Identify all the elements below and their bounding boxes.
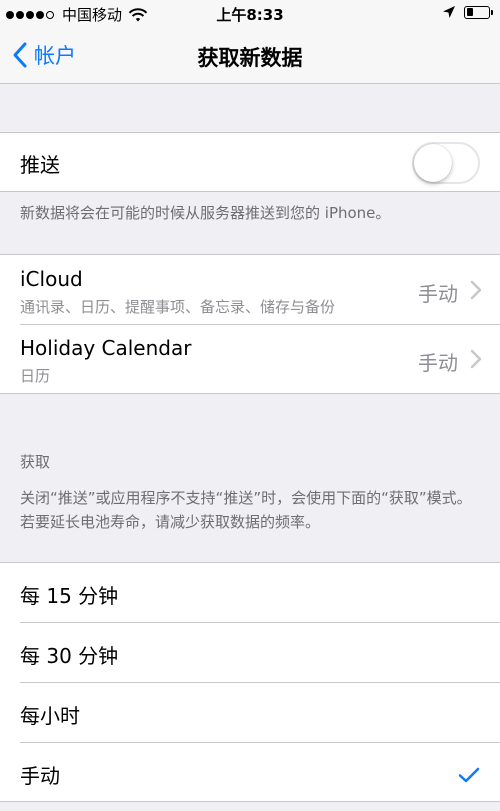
status-bar: 中国移动 上午8:33 <box>0 0 500 28</box>
account-fetch-value: 手动 <box>418 351 458 375</box>
fetch-description: 关闭“推送”或应用程序不支持“推送”时，会使用下面的“获取”模式。若要延长电池寿… <box>20 489 472 531</box>
chevron-right-icon <box>470 280 482 300</box>
account-name: iCloud <box>20 267 83 291</box>
push-group: 推送 <box>0 132 500 192</box>
fetch-section-header: 获取 <box>20 453 51 471</box>
battery-icon <box>464 5 493 19</box>
account-detail: 日历 <box>20 367 51 385</box>
toggle-knob <box>414 144 452 182</box>
accounts-group: iCloud 通讯录、日历、提醒事项、备忘录、储存与备份 手动 Holiday … <box>0 254 500 394</box>
chevron-right-icon <box>470 349 482 369</box>
fetch-option-30min[interactable]: 每 30 分钟 <box>0 623 500 683</box>
account-row-icloud[interactable]: iCloud 通讯录、日历、提醒事项、备忘录、储存与备份 手动 <box>0 255 500 325</box>
fetch-option-manual[interactable]: 手动 <box>0 743 500 801</box>
account-name: Holiday Calendar <box>20 336 192 360</box>
status-time: 上午8:33 <box>216 6 284 24</box>
fetch-option-label: 每小时 <box>20 704 80 728</box>
checkmark-icon <box>458 767 480 783</box>
account-row-holiday-calendar[interactable]: Holiday Calendar 日历 手动 <box>0 325 500 393</box>
fetch-option-hourly[interactable]: 每小时 <box>0 683 500 743</box>
location-arrow-icon <box>443 6 455 18</box>
fetch-options-group: 每 15 分钟 每 30 分钟 每小时 手动 <box>0 562 500 802</box>
navigation-bar: 帐户 获取新数据 <box>0 28 500 84</box>
fetch-option-label: 每 15 分钟 <box>20 584 119 608</box>
fetch-option-label: 每 30 分钟 <box>20 644 119 668</box>
fetch-option-15min[interactable]: 每 15 分钟 <box>0 563 500 623</box>
fetch-option-label: 手动 <box>20 764 60 788</box>
account-detail: 通讯录、日历、提醒事项、备忘录、储存与备份 <box>20 298 336 316</box>
push-row: 推送 <box>0 133 500 191</box>
push-label: 推送 <box>20 153 60 177</box>
push-toggle[interactable] <box>412 142 480 184</box>
page-title: 获取新数据 <box>197 46 303 70</box>
push-footer: 新数据将会在可能的时候从服务器推送到您的 iPhone。 <box>20 204 391 222</box>
account-fetch-value: 手动 <box>418 282 458 306</box>
status-right <box>442 5 493 19</box>
